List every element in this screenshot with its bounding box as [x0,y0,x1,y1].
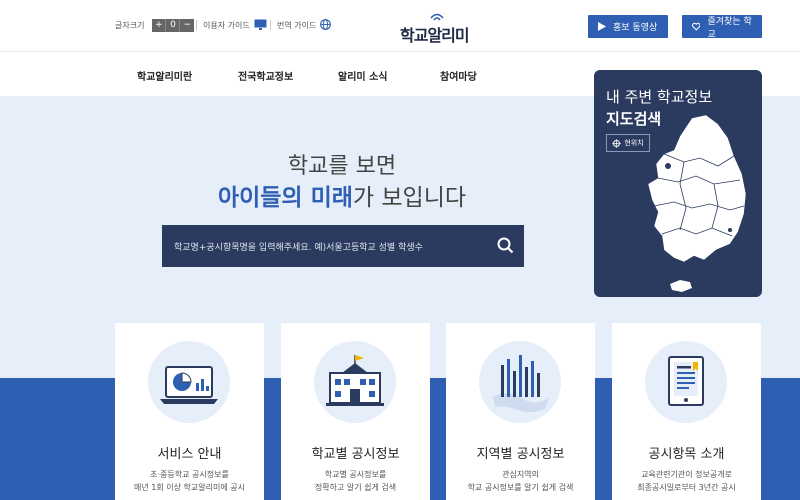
translation-guide-link[interactable]: 번역 가이드 [277,19,332,32]
card-icon-circle [148,341,230,423]
heart-icon [692,22,701,31]
card-desc-line2: 학교 공시정보를 알기 쉽게 검색 [467,483,574,492]
card-desc-line1: 학교별 공시정보를 [324,470,387,479]
current-location-button[interactable]: 현위치 [606,134,650,152]
card-desc-line2: 매년 1회 이상 학교알리미에 공시 [134,483,245,492]
hero-headline-rest: 가 보입니다 [352,185,467,211]
hero-headline-line2: 아이들의 미래가 보입니다 [0,178,684,212]
school-disclosure-card[interactable]: 학교별 공시정보 학교별 공시정보를 정확하고 알기 쉽게 검색 [281,323,430,500]
map-search-card[interactable]: 내 주변 학교정보 지도검색 현위치 [594,70,762,297]
map-card-title: 지도검색 [606,110,662,128]
favorite-school-button[interactable]: 즐겨찾는 학교 [682,15,762,40]
logo-text: 학교알리미 [400,26,470,45]
top-utility-bar: 글자크기 + 0 − 이용자 가이드 번역 가이드 학교알리미 홍보 동영상 즐… [0,0,800,52]
hero-headline-line1: 학교를 보면 [287,154,397,179]
card-title: 지역별 공시정보 [476,447,565,462]
search-input[interactable]: 학교명+공시항목명을 입력해주세요. 예)서울고등학교 성별 학생수 [174,240,423,253]
school-search-bar[interactable]: 학교명+공시항목명을 입력해주세요. 예)서울고등학교 성별 학생수 [162,225,524,267]
card-icon-circle [479,341,561,423]
card-desc-line2: 정확하고 알기 쉽게 검색 [314,483,397,492]
card-icon-circle [645,341,727,423]
card-desc-line2: 최종공시일로부터 3년간 공시 [637,483,736,492]
nav-item-news[interactable]: 알리미 소식 [338,68,387,83]
current-location-label: 현위치 [624,139,644,147]
promo-video-button[interactable]: 홍보 동영상 [588,15,668,38]
bar-map-icon [493,355,549,412]
document-icon [668,356,704,406]
card-desc-line1: 초·중등학교 공시정보를 [150,470,229,479]
play-icon [598,22,606,31]
card-title: 서비스 안내 [157,447,222,462]
divider [270,20,271,30]
user-guide-label: 이용자 가이드 [203,21,250,30]
globe-icon [320,19,332,32]
nav-item-participation[interactable]: 참여마당 [440,68,477,83]
map-card-subtitle: 내 주변 학교정보 [606,88,713,106]
card-desc-line1: 교육관련기관이 정보공개로 [641,470,732,479]
card-desc-line1: 관심지역의 [502,470,539,479]
disclosure-items-card[interactable]: 공시항목 소개 교육관련기관이 정보공개로 최종공시일로부터 3년간 공시 [612,323,761,500]
crosshair-icon [612,138,622,148]
card-title: 학교별 공시정보 [311,447,400,462]
monitor-icon [254,19,267,32]
font-size-decrease-button[interactable]: − [180,19,195,32]
card-icon-circle [314,341,396,423]
school-building-icon [326,355,384,406]
signal-wave-icon [430,13,444,21]
promo-video-label: 홍보 동영상 [613,23,658,33]
site-logo[interactable]: 학교알리미 [400,12,480,45]
favorite-school-label: 즐겨찾는 학교 [707,16,752,40]
font-size-control: 글자크기 + 0 − [115,19,195,32]
nav-item-school-info[interactable]: 전국학교정보 [238,68,293,83]
search-icon[interactable] [497,237,514,254]
hero-highlight: 아이들의 미래 [217,185,353,211]
divider [196,20,197,30]
service-guide-card[interactable]: 서비스 안내 초·중등학교 공시정보를 매년 1회 이상 학교알리미에 공시 [115,323,264,500]
font-size-increase-button[interactable]: + [152,19,167,32]
chart-monitor-icon [160,366,218,404]
regional-disclosure-card[interactable]: 지역별 공시정보 관심지역의 학교 공시정보를 알기 쉽게 검색 [446,323,595,500]
korea-map-icon [647,114,747,292]
card-title: 공시항목 소개 [648,447,725,462]
font-size-label: 글자크기 [115,21,145,30]
nav-item-about[interactable]: 학교알리미란 [137,68,192,83]
user-guide-link[interactable]: 이용자 가이드 [203,19,267,32]
translation-guide-label: 번역 가이드 [277,21,317,30]
font-size-reset-button[interactable]: 0 [166,19,181,32]
